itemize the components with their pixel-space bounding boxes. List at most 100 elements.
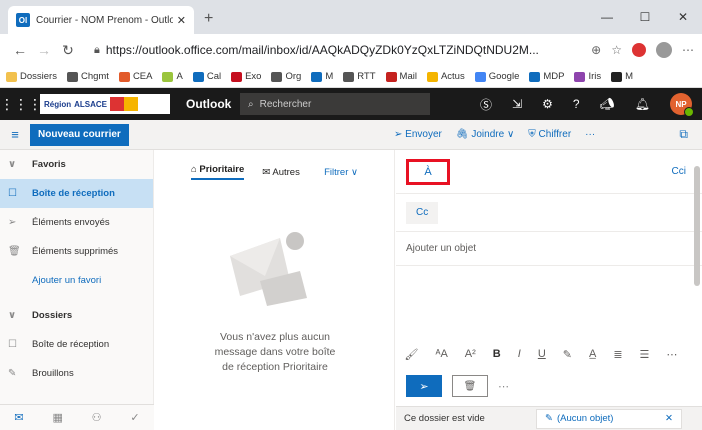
attach-button[interactable]: 🖇︎ Joindre ∨ — [456, 129, 514, 140]
notifications-bell-icon[interactable]: 🔔︎ — [635, 97, 650, 111]
bookmark-item[interactable]: Org — [271, 71, 301, 82]
help-icon[interactable]: ? — [573, 97, 580, 111]
draft-tab[interactable]: ✎ (Aucun objet) ✕ — [536, 408, 682, 429]
reload-icon[interactable]: ↻ — [56, 42, 80, 59]
font-size-icon[interactable]: ᴬA — [435, 348, 447, 360]
bookmark-item[interactable]: Chgmt — [66, 71, 109, 82]
search-input[interactable]: ⌕ Rechercher — [240, 93, 430, 115]
module-switcher: ✉ ▦ ⚇ ✓ — [0, 404, 154, 430]
url-field[interactable]: 🔒︎ https://outlook.office.com/mail/inbox… — [86, 38, 585, 62]
bookmark-label: A — [176, 71, 183, 82]
favorites-header[interactable]: ∨ Favoris — [0, 150, 153, 179]
command-bar: ≡ Nouveau courrier ➢ Envoyer 🖇︎ Joindre … — [0, 120, 702, 150]
new-mail-button[interactable]: Nouveau courrier — [30, 123, 129, 146]
numbering-icon[interactable]: ☰ — [640, 348, 650, 361]
skype-icon[interactable]: Ⓢ — [480, 96, 492, 113]
browser-tab[interactable]: Ol Courrier - NOM Prenom - Outlo… ✕ — [8, 6, 194, 34]
bookmark-item[interactable]: CEA — [118, 71, 152, 82]
whats-new-icon[interactable]: 📣︎ — [600, 97, 615, 111]
subject-field[interactable]: Ajouter un objet — [396, 232, 702, 266]
organization-logo[interactable]: Région ALSACE — [40, 94, 170, 114]
forward-icon[interactable]: → — [32, 42, 56, 58]
minimize-icon[interactable]: — — [588, 0, 626, 34]
bookmark-label: Org — [285, 71, 302, 82]
bookmark-item[interactable]: RTT — [343, 71, 376, 82]
star-icon[interactable]: ☆ — [611, 43, 622, 57]
send-icon: ➢ — [8, 217, 17, 228]
folder-empty-status: Ce dossier est vide — [404, 413, 485, 424]
chevron-down-icon: ∨ — [8, 310, 17, 321]
app-launcher-icon[interactable]: ⋮⋮⋮ — [0, 96, 42, 113]
empty-inbox-message: Vous n'avez plus aucun message dans votr… — [214, 331, 336, 373]
more-menu-icon[interactable]: ⋯ — [682, 43, 694, 57]
popout-icon[interactable]: ⧉ — [679, 127, 688, 142]
adblock-extension-icon[interactable] — [632, 43, 646, 57]
tasks-module-icon[interactable]: ✓ — [130, 411, 139, 424]
settings-gear-icon[interactable]: ⚙ — [542, 97, 553, 111]
folders-header[interactable]: ∨ Dossiers — [0, 301, 153, 330]
new-tab-icon[interactable]: + — [204, 10, 213, 28]
bookmark-item[interactable]: A — [162, 71, 183, 82]
encrypt-button[interactable]: ⛨ Chiffrer — [528, 129, 571, 140]
bookmark-item[interactable]: M — [611, 71, 633, 82]
underline-icon[interactable]: U — [538, 348, 546, 360]
cc-button[interactable]: Cc — [406, 201, 439, 224]
send-button[interactable]: ➢ — [406, 375, 442, 397]
add-favorite-link[interactable]: Ajouter un favori — [0, 266, 153, 295]
bookmark-item[interactable]: Exo — [231, 71, 261, 82]
nav-item-sent[interactable]: ➢ Éléments envoyés — [0, 208, 153, 237]
filter-button[interactable]: Filtrer ∨ — [324, 167, 358, 178]
superscript-icon[interactable]: A² — [465, 348, 476, 360]
back-icon[interactable]: ← — [8, 42, 32, 58]
bookmark-item[interactable]: Mail — [385, 71, 417, 82]
bookmark-item[interactable]: Actus — [426, 71, 465, 82]
outlook-header: ⋮⋮⋮ Région ALSACE Outlook ⌕ Rechercher Ⓢ… — [0, 88, 702, 120]
more-commands-button[interactable]: ··· — [585, 129, 595, 140]
profile-avatar[interactable] — [656, 42, 672, 58]
bookmark-label: Dossiers — [20, 71, 57, 82]
calendar-module-icon[interactable]: ▦ — [52, 411, 62, 424]
bookmark-item[interactable]: Dossiers — [6, 71, 57, 82]
more-options-icon[interactable]: ⋯ — [498, 380, 509, 393]
hamburger-menu-icon[interactable]: ≡ — [0, 127, 30, 142]
format-painter-icon[interactable]: 🖌︎ — [405, 348, 419, 361]
to-button[interactable]: À — [406, 158, 450, 185]
bookmark-icon — [529, 71, 541, 82]
nav-item-drafts[interactable]: ✎ Brouillons — [0, 359, 153, 388]
send-command-button[interactable]: ➢ Envoyer — [394, 129, 442, 140]
bullets-icon[interactable]: ≣ — [613, 348, 622, 361]
close-tab-icon[interactable]: ✕ — [177, 14, 186, 27]
italic-icon[interactable]: I — [518, 348, 521, 360]
more-format-icon[interactable]: ⋯ — [666, 348, 677, 361]
bookmark-item[interactable]: Google — [474, 71, 519, 82]
people-module-icon[interactable]: ⚇ — [92, 411, 102, 424]
feedback-icon[interactable]: ⇲ — [512, 97, 522, 111]
nav-item-deleted[interactable]: 🗑︎ Éléments supprimés — [0, 237, 153, 266]
nav-item-folder-inbox[interactable]: ☐ Boîte de réception — [0, 330, 153, 359]
discard-button[interactable]: 🗑︎ — [452, 375, 488, 397]
bookmark-icon — [426, 71, 438, 82]
close-draft-icon[interactable]: ✕ — [665, 413, 673, 424]
bookmark-item[interactable]: Iris — [574, 71, 601, 82]
bookmark-item[interactable]: MDP — [529, 71, 564, 82]
compose-scrollbar[interactable] — [694, 166, 700, 286]
bookmark-icon — [385, 71, 397, 82]
close-window-icon[interactable]: ✕ — [664, 0, 702, 34]
bcc-button[interactable]: Cci — [672, 166, 686, 177]
app-title[interactable]: Outlook — [186, 97, 240, 111]
nav-item-inbox[interactable]: ☐ Boîte de réception — [0, 179, 153, 208]
highlight-icon[interactable]: ✎ — [563, 348, 572, 361]
font-color-icon[interactable]: A̲ — [589, 348, 596, 360]
bold-icon[interactable]: B — [493, 348, 501, 360]
bookmark-item[interactable]: M — [311, 71, 333, 82]
bookmark-label: Exo — [245, 71, 262, 82]
bookmark-item[interactable]: Cal — [192, 71, 221, 82]
add-icon[interactable]: ⊕ — [591, 43, 601, 57]
bookmark-icon — [192, 71, 204, 82]
user-avatar[interactable]: NP — [670, 93, 694, 117]
maximize-icon[interactable]: ☐ — [626, 0, 664, 34]
search-placeholder: Rechercher — [259, 98, 312, 110]
tab-other[interactable]: ✉ Autres — [262, 167, 300, 178]
mail-module-icon[interactable]: ✉ — [14, 411, 23, 424]
tab-focused[interactable]: ⌂ Prioritaire — [191, 164, 245, 180]
